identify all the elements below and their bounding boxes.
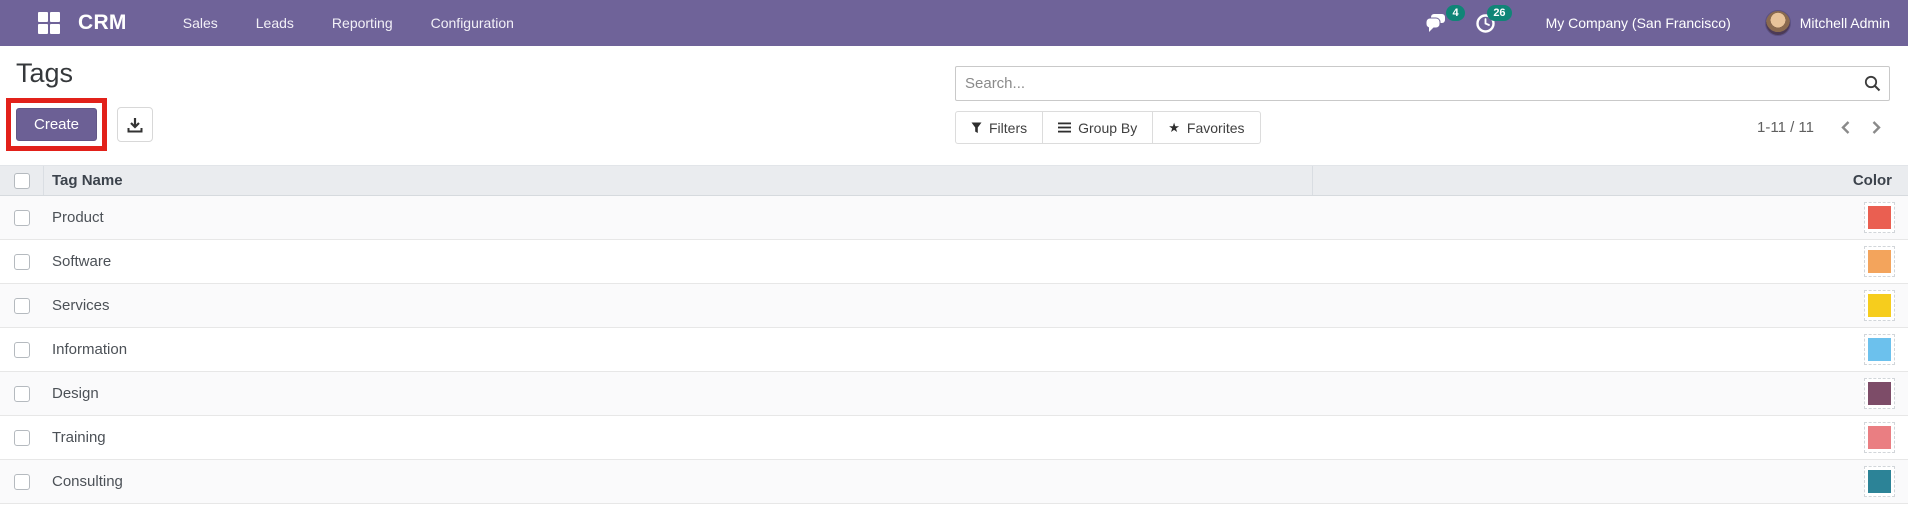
tag-color-swatch[interactable] [1864,466,1895,497]
tag-name: Information [52,341,128,358]
row-checkbox[interactable] [14,385,30,402]
chevron-right-icon [1872,121,1881,134]
pager-previous-button[interactable] [1832,116,1859,139]
activities-badge: 26 [1487,4,1512,21]
group-by-lines-icon [1058,122,1072,133]
filter-funnel-icon [971,122,982,133]
tags-list: Tag Name Color Product Software Services [0,165,1908,504]
control-panel: Tags Create Search... Filters Group By ★… [0,46,1908,165]
chevron-left-icon [1841,121,1850,134]
tag-color-swatch-inner [1868,426,1891,449]
row-checkbox[interactable] [14,297,30,314]
table-row[interactable]: Training [0,416,1908,460]
search-input[interactable] [955,66,1890,101]
tag-color-swatch-inner [1868,250,1891,273]
messages-badge: 4 [1446,5,1465,21]
company-switcher[interactable]: My Company (San Francisco) [1546,15,1731,31]
red-annotation-highlight: Create [6,98,108,151]
select-all-checkbox[interactable] [14,172,30,189]
column-header-color[interactable]: Color [1313,172,1908,189]
row-checkbox[interactable] [14,429,30,446]
group-by-button[interactable]: Group By [1042,111,1154,144]
row-checkbox[interactable] [14,253,30,270]
tag-name: Consulting [52,473,123,490]
tag-color-swatch[interactable] [1864,290,1895,321]
favorites-button[interactable]: ★ Favorites [1152,111,1261,144]
favorites-label: Favorites [1186,119,1245,136]
row-checkbox[interactable] [14,473,30,490]
systray: 4 26 My Company (San Francisco) Mitchell… [1425,4,1890,36]
tag-color-swatch-inner [1868,294,1891,317]
menu-sales[interactable]: Sales [169,2,232,44]
user-avatar[interactable] [1764,10,1791,36]
table-row[interactable]: Software [0,240,1908,284]
tag-color-swatch[interactable] [1864,422,1895,453]
table-row[interactable]: Design [0,372,1908,416]
table-row[interactable]: Consulting [0,460,1908,504]
tag-color-swatch-inner [1868,206,1891,229]
tag-name: Product [52,209,104,226]
tag-color-swatch-inner [1868,382,1891,405]
tag-table-body: Product Software Services Information De… [0,196,1908,504]
tag-color-swatch-inner [1868,470,1891,493]
create-button[interactable]: Create [16,108,98,141]
tag-name: Design [52,385,99,402]
tag-color-swatch[interactable] [1864,246,1895,277]
tag-color-swatch[interactable] [1864,202,1895,233]
group-by-label: Group By [1078,119,1138,136]
search-options: Filters Group By ★ Favorites [955,111,1261,144]
menu-configuration[interactable]: Configuration [417,2,528,44]
table-header: Tag Name Color [0,165,1908,196]
column-header-tag-name[interactable]: Tag Name [44,166,1313,195]
tag-color-swatch-inner [1868,338,1891,361]
export-button[interactable] [117,107,154,142]
menu-leads[interactable]: Leads [242,2,308,44]
tag-name: Training [52,429,106,446]
tag-color-swatch[interactable] [1864,334,1895,365]
pager-next-button[interactable] [1863,116,1890,139]
user-menu[interactable]: Mitchell Admin [1800,15,1890,31]
filters-button[interactable]: Filters [955,111,1044,144]
apps-menu-icon[interactable] [38,12,60,34]
table-row[interactable]: Services [0,284,1908,328]
download-icon [127,117,143,132]
app-brand[interactable]: CRM [78,11,127,35]
star-icon: ★ [1168,120,1180,135]
row-checkbox[interactable] [14,209,30,226]
activities-button[interactable]: 26 [1475,4,1512,34]
search-icon[interactable] [1864,75,1881,95]
filters-label: Filters [989,119,1028,136]
tag-color-swatch[interactable] [1864,378,1895,409]
pager: 1-11 / 11 [1757,116,1890,139]
pager-range: 1-11 / 11 [1757,119,1814,136]
page-title: Tags [16,58,74,88]
menu-reporting[interactable]: Reporting [318,2,407,44]
messages-button[interactable]: 4 [1425,5,1465,33]
tag-name: Software [52,253,112,270]
main-menu: Sales Leads Reporting Configuration [169,2,528,44]
tag-name: Services [52,297,110,314]
top-nav: CRM Sales Leads Reporting Configuration … [0,0,1908,46]
chat-bubbles-icon [1425,14,1445,32]
table-row[interactable]: Information [0,328,1908,372]
table-row[interactable]: Product [0,196,1908,240]
row-checkbox[interactable] [14,341,30,358]
